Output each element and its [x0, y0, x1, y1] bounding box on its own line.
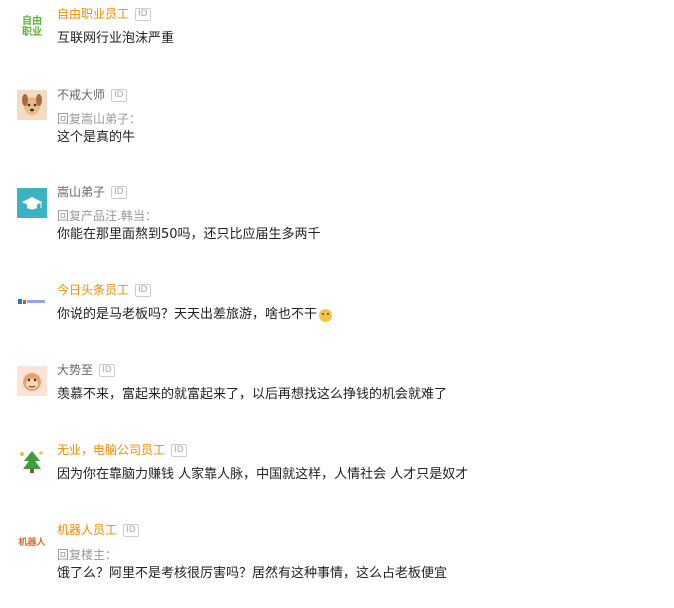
grin-emoji-icon — [319, 308, 333, 322]
comment-text: 羡慕不来，富起来的就富起来了，以后再想找这么挣钱的机会就难了 — [57, 387, 448, 402]
graduation-cap-icon — [22, 197, 42, 210]
avatar[interactable] — [17, 188, 47, 218]
reply-to: 回复楼主： — [57, 548, 118, 562]
id-badge: ID — [135, 283, 151, 297]
comment-content: 你说的是马老板吗？天天出差旅游，啥也不干 — [57, 306, 333, 324]
comment-text: 你说的是马老板吗？天天出差旅游，啥也不干 — [57, 307, 318, 322]
id-badge: ID — [123, 523, 139, 537]
monkey-icon — [23, 373, 41, 391]
comment-text: 你能在那里面熬到50吗，还只比应届生多两千 — [57, 227, 321, 242]
comment-meta: 自由职业员工 ID — [57, 6, 151, 22]
comment-text: 饿了么？阿里不是考核很厉害吗？居然有这种事情，这么占老板便宜 — [57, 566, 448, 581]
comment-content: 这个是真的牛 — [57, 129, 135, 147]
avatar[interactable] — [17, 366, 47, 396]
avatar[interactable]: 自由 职业 — [17, 12, 47, 42]
comment-text: 互联网行业泡沫严重 — [57, 31, 175, 46]
comment-text: 因为你在靠脑力赚钱 人家靠人脉，中国就这样，人情社会 人才只是奴才 — [57, 467, 469, 482]
dog-icon — [22, 94, 42, 115]
avatar[interactable]: 机器人 — [17, 528, 47, 558]
username[interactable]: 不戒大师 — [57, 87, 105, 103]
comment-text: 这个是真的牛 — [57, 130, 136, 145]
id-badge: ID — [111, 185, 127, 199]
comment-meta: 嵩山弟子 ID — [57, 184, 127, 200]
comment-item: 今日头条员工 ID 你说的是马老板吗？天天出差旅游，啥也不干 — [0, 282, 674, 352]
robot-logo-icon: 机器人 — [18, 537, 46, 548]
comment-content: 羡慕不来，富起来的就富起来了，以后再想找这么挣钱的机会就难了 — [57, 386, 447, 404]
comment-item: 自由 职业 自由职业员工 ID 互联网行业泡沫严重 — [0, 6, 674, 76]
username[interactable]: 无业，电脑公司员工 — [57, 442, 165, 458]
username[interactable]: 机器人员工 — [57, 522, 117, 538]
comment-content: 你能在那里面熬到50吗，还只比应届生多两千 — [57, 226, 321, 244]
comment-item: 机器人 机器人员工 ID 回复楼主： 饿了么？阿里不是考核很厉害吗？居然有这种事… — [0, 522, 674, 602]
username[interactable]: 嵩山弟子 — [57, 184, 105, 200]
comment-meta: 机器人员工 ID — [57, 522, 139, 538]
comment-content: 互联网行业泡沫严重 — [57, 30, 174, 48]
id-badge: ID — [99, 363, 115, 377]
username[interactable]: 大势至 — [57, 362, 93, 378]
comment-content: 因为你在靠脑力赚钱 人家靠人脉，中国就这样，人情社会 人才只是奴才 — [57, 466, 468, 484]
logo-icon: 自由 职业 — [22, 16, 42, 38]
comment-meta: 今日头条员工 ID — [57, 282, 151, 298]
id-badge: ID — [135, 7, 151, 21]
comment-meta: 不戒大师 ID — [57, 87, 127, 103]
comment-item: 嵩山弟子 ID 回复产品汪.韩当： 你能在那里面熬到50吗，还只比应届生多两千 — [0, 184, 674, 264]
id-badge: ID — [111, 88, 127, 102]
username[interactable]: 自由职业员工 — [57, 6, 129, 22]
reply-to: 回复产品汪.韩当： — [57, 209, 157, 223]
company-logo-icon — [18, 299, 45, 304]
comment-item: 无业，电脑公司员工 ID 因为你在靠脑力赚钱 人家靠人脉，中国就这样，人情社会 … — [0, 442, 674, 512]
comment-meta: 大势至 ID — [57, 362, 115, 378]
tree-icon — [19, 451, 43, 473]
avatar[interactable] — [17, 90, 47, 120]
comment-item: 不戒大师 ID 回复嵩山弟子： 这个是真的牛 — [0, 87, 674, 167]
comment-content: 饿了么？阿里不是考核很厉害吗？居然有这种事情，这么占老板便宜 — [57, 565, 447, 583]
username[interactable]: 今日头条员工 — [57, 282, 129, 298]
avatar[interactable] — [17, 286, 47, 316]
avatar[interactable] — [17, 446, 47, 476]
comment-item: 大势至 ID 羡慕不来，富起来的就富起来了，以后再想找这么挣钱的机会就难了 — [0, 362, 674, 432]
comment-meta: 无业，电脑公司员工 ID — [57, 442, 187, 458]
id-badge: ID — [171, 443, 187, 457]
reply-to: 回复嵩山弟子： — [57, 112, 142, 126]
